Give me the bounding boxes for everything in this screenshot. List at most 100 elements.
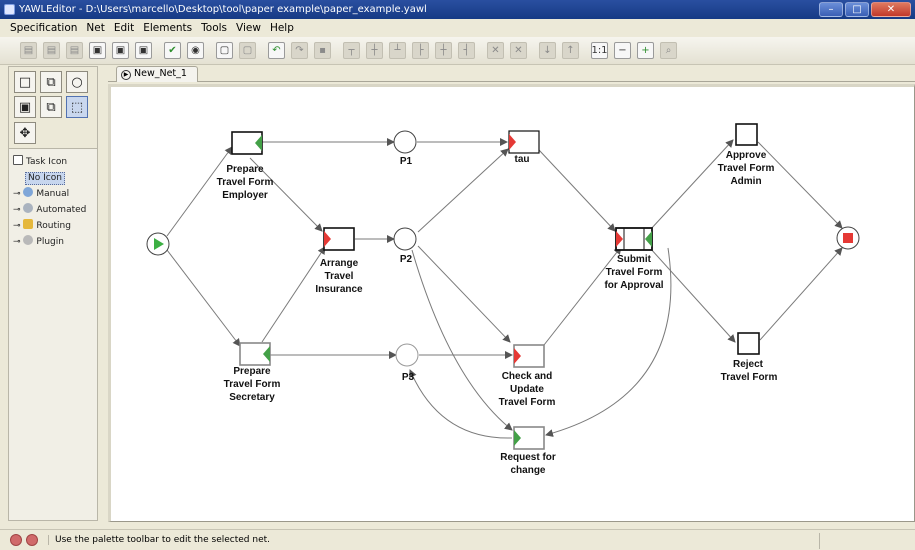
align-bottom-icon[interactable]: ┴ <box>389 42 406 59</box>
open-spec-icon[interactable]: ▤ <box>43 42 60 59</box>
flow-approve-end[interactable] <box>757 141 843 229</box>
new-spec-icon[interactable]: ▤ <box>20 42 37 59</box>
flow-p2-request-change[interactable] <box>411 249 513 431</box>
condition-p2[interactable] <box>393 227 417 251</box>
task-request-change[interactable] <box>513 426 545 450</box>
task-approve-label-2: Travel Form <box>718 163 775 174</box>
tree-root[interactable]: Task Icon <box>13 154 95 170</box>
add-net-icon[interactable]: ▢ <box>216 42 233 59</box>
task-prepare-employer-label-1: Prepare <box>226 164 264 175</box>
marquee-select-icon[interactable]: ⬚ <box>66 96 88 118</box>
menu-edit[interactable]: Edit <box>114 19 134 37</box>
task-reject[interactable] <box>737 332 760 355</box>
composite-task-icon[interactable]: ▣ <box>14 96 36 118</box>
plug-icon <box>23 235 34 245</box>
stop-icon <box>843 233 853 243</box>
cancel-set-icon[interactable]: ✕ <box>487 42 504 59</box>
align-top-icon[interactable]: ┬ <box>343 42 360 59</box>
multiple-composite-task-icon[interactable]: ⧉ <box>40 96 62 118</box>
left-panel: □ ⧉ ○ ▣ ⧉ ⬚ ✥ Task Icon No Icon ⊸ Manual… <box>8 66 98 521</box>
atomic-task-icon[interactable]: □ <box>14 71 36 93</box>
condition-p3[interactable] <box>395 343 419 367</box>
menu-net[interactable]: Net <box>86 19 104 37</box>
menu-tools[interactable]: Tools <box>201 19 227 37</box>
task-arrange-insurance[interactable] <box>323 227 355 251</box>
minimize-button[interactable]: – <box>819 2 843 17</box>
analyse-icon[interactable]: ◉ <box>187 42 204 59</box>
menu-bar: Specification Net Edit Elements Tools Vi… <box>0 19 915 37</box>
tree-item-plugin[interactable]: ⊸ Plugin <box>13 234 95 250</box>
input-condition[interactable] <box>146 232 170 256</box>
menu-view[interactable]: View <box>236 19 261 37</box>
flow-submit-reject[interactable] <box>649 247 736 343</box>
flow-tau-submit[interactable] <box>538 149 616 232</box>
flow-check-update-submit[interactable] <box>543 246 622 346</box>
close-button[interactable]: ✕ <box>871 2 911 17</box>
task-prepare-employer-label-3: Employer <box>222 190 268 201</box>
gear-icon <box>23 203 34 213</box>
task-submit[interactable] <box>615 227 653 251</box>
increase-size-icon[interactable]: ↑ <box>562 42 579 59</box>
condition-icon[interactable]: ○ <box>66 71 88 93</box>
zoom-in-icon[interactable]: + <box>637 42 654 59</box>
decrease-size-icon[interactable]: ↓ <box>539 42 556 59</box>
align-left-icon[interactable]: ├ <box>412 42 429 59</box>
task-check-update-label-1: Check and <box>502 371 553 382</box>
net-canvas[interactable]: P1 P2 P3 Prepare Travel Form Employer Ar… <box>108 84 915 522</box>
align-center-icon[interactable]: ┼ <box>435 42 452 59</box>
cancel-set-remove-icon[interactable]: ✕ <box>510 42 527 59</box>
net-play-icon: ▶ <box>121 70 131 80</box>
drag-net-icon[interactable]: ✥ <box>14 122 36 144</box>
close-spec-icon[interactable]: ▣ <box>135 42 152 59</box>
save-as-icon[interactable]: ▣ <box>112 42 129 59</box>
tree-item-automated[interactable]: ⊸ Automated <box>13 202 95 218</box>
person-icon <box>23 187 34 197</box>
tree-item-routing[interactable]: ⊸ Routing <box>13 218 95 234</box>
undo-icon[interactable]: ↶ <box>268 42 285 59</box>
actual-size-icon[interactable]: 1:1 <box>591 42 608 59</box>
menu-specification[interactable]: Specification <box>10 19 77 37</box>
delete-icon[interactable]: ▪ <box>314 42 331 59</box>
task-prepare-employer[interactable] <box>231 131 263 155</box>
task-request-change-label-2: change <box>510 465 545 476</box>
tab-new-net-1[interactable]: ▶ New_Net_1 <box>116 66 198 82</box>
output-condition[interactable] <box>836 226 860 250</box>
task-tau[interactable] <box>508 130 540 154</box>
status-right-panel <box>819 533 915 549</box>
task-check-update[interactable] <box>513 344 545 368</box>
align-middle-icon[interactable]: ┼ <box>366 42 383 59</box>
task-approve[interactable] <box>735 123 758 146</box>
task-prepare-secretary[interactable] <box>239 342 271 366</box>
flow-start-prepare-secretary[interactable] <box>166 249 241 347</box>
flow-p2-tau[interactable] <box>417 148 509 233</box>
flow-p2-check-update[interactable] <box>417 245 511 343</box>
flow-reject-end[interactable] <box>759 247 843 341</box>
zoom-selected-icon[interactable]: ⌕ <box>660 42 677 59</box>
task-arrange-insurance-label-3: Insurance <box>315 284 363 295</box>
flow-request-change-p3[interactable] <box>409 369 513 439</box>
remove-net-icon[interactable]: ▢ <box>239 42 256 59</box>
task-check-update-label-2: Update <box>510 384 544 395</box>
task-check-update-label-3: Travel Form <box>499 397 556 408</box>
workflow-net[interactable]: P1 P2 P3 Prepare Travel Form Employer Ar… <box>111 87 911 519</box>
align-right-icon[interactable]: ┤ <box>458 42 475 59</box>
redo-icon[interactable]: ↷ <box>291 42 308 59</box>
zoom-out-icon[interactable]: − <box>614 42 631 59</box>
multiple-atomic-task-icon[interactable]: ⧉ <box>40 71 62 93</box>
tree-item-manual[interactable]: ⊸ Manual <box>13 186 95 202</box>
task-arrange-insurance-label-2: Travel <box>325 271 354 282</box>
validate-icon[interactable]: ✔ <box>164 42 181 59</box>
save-icon[interactable]: ▣ <box>89 42 106 59</box>
task-reject-label-2: Travel Form <box>721 372 778 383</box>
task-submit-label-3: for Approval <box>604 280 663 291</box>
traffic-light-icon <box>23 219 34 229</box>
import-icon[interactable]: ▤ <box>66 42 83 59</box>
menu-help[interactable]: Help <box>270 19 294 37</box>
condition-p1[interactable] <box>393 130 417 154</box>
task-prepare-secretary-label-3: Secretary <box>229 392 275 403</box>
maximize-button[interactable]: □ <box>845 2 869 17</box>
flow-submit-approve[interactable] <box>649 139 734 231</box>
tree-item-no-icon[interactable]: No Icon <box>25 172 65 185</box>
status-text: Use the palette toolbar to edit the sele… <box>48 535 270 545</box>
menu-elements[interactable]: Elements <box>143 19 192 37</box>
